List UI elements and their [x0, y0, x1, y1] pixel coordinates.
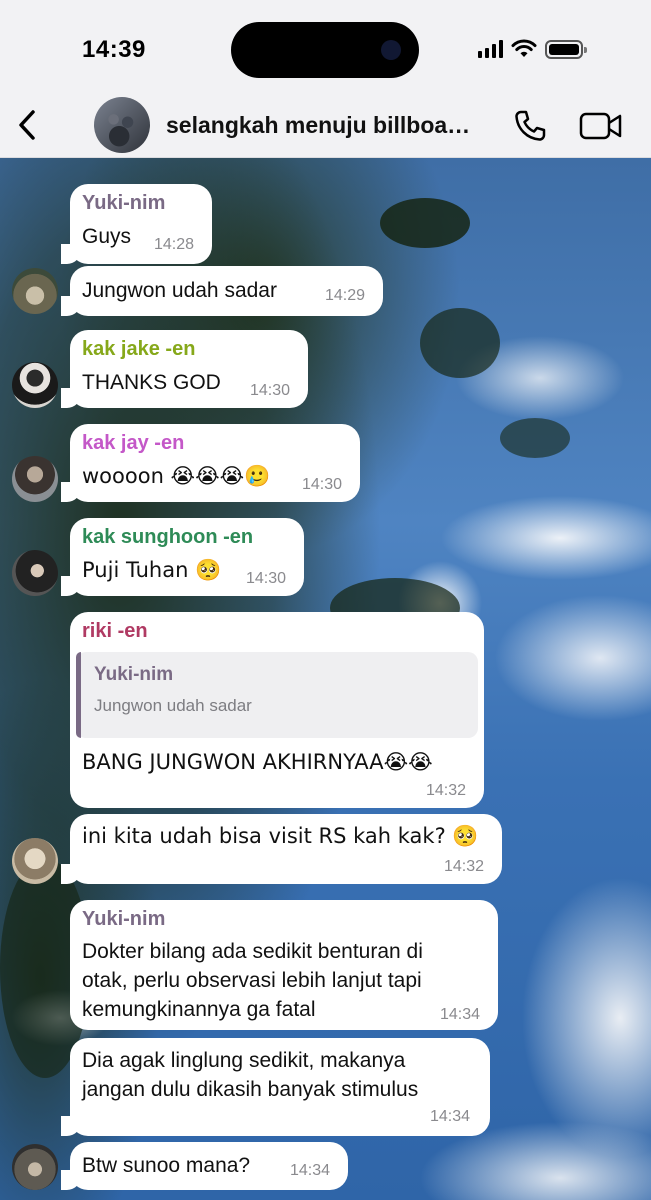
- message-sender: Yuki-nim: [82, 192, 166, 214]
- wifi-icon: [511, 39, 537, 57]
- message-bubble[interactable]: Btw sunoo mana? 14:34: [61, 1142, 348, 1190]
- message-line: kemungkinannya ga fatal: [82, 998, 316, 1021]
- message-line: Dokter bilang ada sedikit benturan di: [82, 940, 423, 963]
- message-time: 14:32: [444, 858, 485, 875]
- message-text: Puji Tuhan 🥺: [82, 558, 222, 582]
- chat-header: selangkah menuju billboa…: [0, 92, 651, 158]
- message-time: 14:30: [246, 570, 287, 587]
- battery-icon: [545, 39, 587, 59]
- message-time: 14:32: [426, 782, 467, 799]
- dynamic-island: [231, 22, 419, 78]
- message-time: 14:34: [430, 1108, 471, 1125]
- wallpaper-foliage: [500, 418, 570, 458]
- message-time: 14:29: [325, 287, 366, 304]
- back-button[interactable]: [10, 106, 44, 144]
- message-text: ini kita udah bisa visit RS kah kak? 🥺: [82, 824, 479, 848]
- chevron-left-icon: [19, 110, 35, 140]
- message-bubble[interactable]: riki -en Yuki-nim Jungwon udah sadar BAN…: [70, 612, 484, 808]
- reply-quote-bar: [76, 652, 81, 738]
- chat-area[interactable]: Yuki-nim Guys 14:28 Jungwon udah sadar 1…: [0, 158, 651, 1200]
- system-icons: [478, 38, 587, 60]
- camera-icon: [381, 40, 401, 60]
- message-sender: kak jay -en: [82, 432, 185, 454]
- phone-icon: [515, 110, 546, 141]
- signal-icon: [478, 40, 503, 58]
- message-bubble[interactable]: kak jake -en THANKS GOD 14:30: [61, 330, 308, 408]
- message-sender: Yuki-nim: [82, 908, 166, 930]
- group-avatar[interactable]: [94, 97, 150, 153]
- message-sender: kak sunghoon -en: [82, 526, 254, 548]
- message-text: Jungwon udah sadar: [82, 279, 277, 302]
- message-bubble[interactable]: Dia agak linglung sedikit, makanya janga…: [61, 1038, 490, 1136]
- message-text: Guys: [82, 225, 132, 248]
- message-text: Btw sunoo mana?: [82, 1154, 251, 1177]
- message-time: 14:28: [154, 236, 195, 253]
- video-camera-icon: [579, 112, 622, 140]
- message-text: BANG JUNGWON AKHIRNYAA😭😭: [82, 750, 433, 774]
- message-bubble[interactable]: kak sunghoon -en Puji Tuhan 🥺 14:30: [61, 518, 304, 596]
- reply-quote[interactable]: Yuki-nim Jungwon udah sadar: [76, 652, 478, 738]
- status-bar: 14:39: [0, 0, 651, 92]
- message-text: THANKS GOD: [82, 371, 221, 394]
- message-bubble[interactable]: ini kita udah bisa visit RS kah kak? 🥺 1…: [61, 814, 502, 884]
- message-sender: riki -en: [82, 620, 148, 642]
- message-bubble[interactable]: kak jay -en woooon 😭😭😭🥲 14:30: [61, 424, 360, 502]
- message-bubble[interactable]: Yuki-nim Guys 14:28: [61, 184, 212, 264]
- wallpaper-foliage: [420, 308, 500, 378]
- message-time: 14:34: [290, 1162, 331, 1179]
- message-line: jangan dulu dikasih banyak stimulus: [82, 1078, 419, 1101]
- message-line: Dia agak linglung sedikit, makanya: [82, 1049, 406, 1072]
- message-text: woooon 😭😭😭🥲: [82, 464, 271, 488]
- wallpaper-foliage: [380, 198, 470, 248]
- message-bubble[interactable]: Yuki-nim Dokter bilang ada sedikit bentu…: [70, 900, 498, 1030]
- message-line: otak, perlu observasi lebih lanjut tapi: [82, 969, 422, 992]
- message-time: 14:34: [440, 1006, 481, 1023]
- message-bubble[interactable]: Jungwon udah sadar 14:29: [61, 266, 383, 316]
- voice-call-button[interactable]: [510, 106, 550, 146]
- chat-title[interactable]: selangkah menuju billboa…: [166, 112, 470, 139]
- video-call-button[interactable]: [578, 106, 624, 146]
- reply-quote-sender: Yuki-nim: [94, 664, 174, 685]
- status-time: 14:39: [82, 36, 146, 63]
- message-sender: kak jake -en: [82, 338, 196, 360]
- message-time: 14:30: [250, 382, 291, 399]
- reply-quote-text: Jungwon udah sadar: [94, 696, 252, 715]
- message-time: 14:30: [302, 476, 343, 493]
